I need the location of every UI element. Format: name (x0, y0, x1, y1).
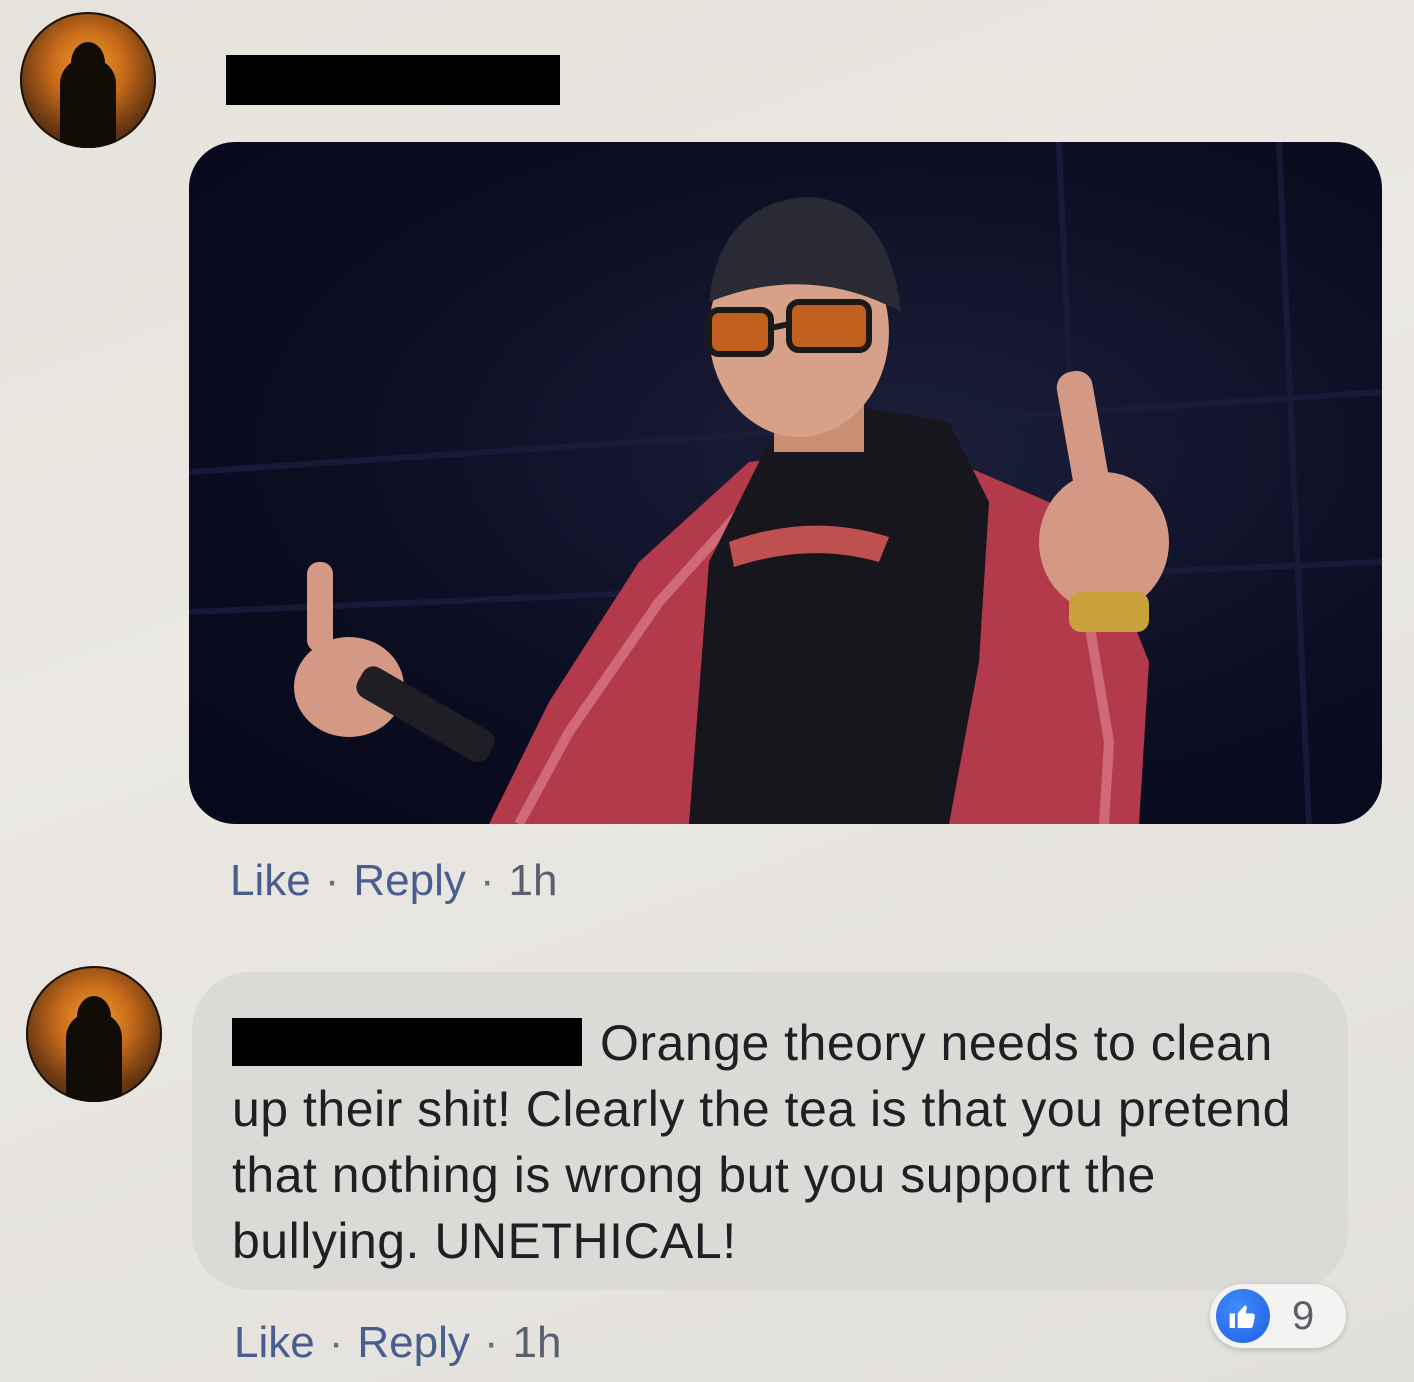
like-link[interactable]: Like (230, 856, 311, 906)
separator-dot: · (483, 1318, 499, 1367)
reactions-badge[interactable]: 9 (1210, 1284, 1346, 1348)
commenter-avatar[interactable] (26, 966, 162, 1102)
silhouette-head (77, 996, 111, 1038)
reply-link[interactable]: Reply (357, 1318, 470, 1368)
redacted-commenter-name (226, 55, 560, 105)
comment-body: Orange theory needs to clean up their sh… (232, 1010, 1332, 1274)
reply-link[interactable]: Reply (353, 856, 466, 906)
like-link[interactable]: Like (234, 1318, 315, 1368)
redacted-commenter-name (232, 1018, 582, 1066)
separator-dot: · (479, 856, 495, 905)
comment-photo[interactable] (189, 142, 1382, 824)
silhouette-head (71, 42, 105, 84)
thumbs-up-icon (1216, 1289, 1270, 1343)
photo-illustration (189, 142, 1382, 824)
reaction-count: 9 (1292, 1293, 1315, 1338)
timestamp[interactable]: 1h (509, 856, 558, 906)
thumbs-up-glyph (1229, 1305, 1255, 1328)
comment-actions: Like · Reply · 1h (234, 1318, 561, 1368)
comment-actions: Like · Reply · 1h (230, 856, 557, 906)
separator-dot: · (328, 1318, 344, 1367)
separator-dot: · (324, 856, 340, 905)
commenter-avatar[interactable] (20, 12, 156, 148)
timestamp[interactable]: 1h (513, 1318, 562, 1368)
